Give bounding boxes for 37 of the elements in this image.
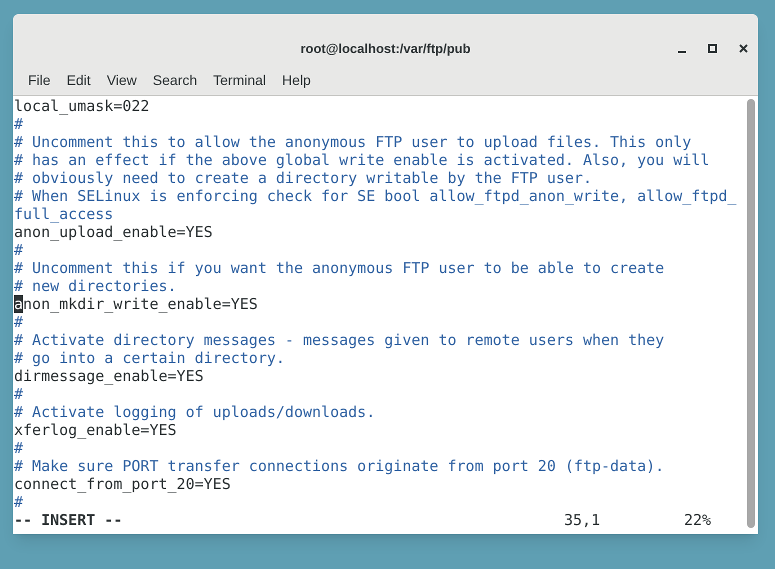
- code-line: non_mkdir_write_enable=YES: [23, 295, 258, 313]
- cursor-position: 35,1: [564, 511, 602, 529]
- comment-line: # Uncomment this to allow the anonymous FTP user to upload files. This only: [14, 133, 692, 151]
- text-cursor: a: [14, 295, 24, 313]
- comment-line: #: [14, 241, 24, 259]
- comment-line: # When SELinux is enforcing check for SE bool allow_ftpd_anon_write, allow_ftpd_: [14, 187, 736, 205]
- menu-item[interactable]: Edit: [58, 70, 99, 91]
- comment-line: # new directories.: [14, 277, 177, 295]
- maximize-icon[interactable]: [708, 44, 717, 53]
- comment-line: # has an effect if the above global write enable is activated. Also, you will: [14, 151, 710, 169]
- code-line: dirmessage_enable=YES: [14, 367, 204, 385]
- comment-line: #: [14, 439, 24, 457]
- comment-line: # Make sure PORT transfer connections originate from port 20 (ftp-data).: [14, 457, 664, 475]
- comment-line: #: [14, 313, 24, 331]
- comment-line: #: [14, 385, 24, 403]
- comment-line: # Uncomment this if you want the anonymous FTP user to be able to create: [14, 259, 664, 277]
- code-line: local_umask=022: [14, 97, 150, 115]
- code-line: connect_from_port_20=YES: [14, 475, 231, 493]
- scroll-percent: 22%: [684, 511, 712, 529]
- code-line: anon_upload_enable=YES: [14, 223, 213, 241]
- menu-item[interactable]: Search: [144, 70, 206, 91]
- comment-line: #: [14, 115, 24, 133]
- mode-indicator: -- INSERT --: [14, 511, 124, 529]
- menu-item[interactable]: File: [20, 70, 59, 91]
- comment-line: # Activate directory messages - messages given to remote users when they: [14, 331, 664, 349]
- menu-item[interactable]: View: [98, 70, 145, 91]
- comment-line: # Activate logging of uploads/downloads.: [14, 403, 376, 421]
- menu-item[interactable]: Terminal: [205, 70, 274, 91]
- comment-line: full_access: [14, 205, 114, 223]
- scrollbar-thumb[interactable]: [747, 99, 755, 528]
- code-line: xferlog_enable=YES: [14, 421, 177, 439]
- comment-line: # go into a certain directory.: [14, 349, 285, 367]
- window-title: root@localhost:/var/ftp/pub: [300, 40, 471, 58]
- close-icon[interactable]: [739, 44, 748, 53]
- comment-line: # obviously need to create a directory writable by the FTP user.: [14, 169, 592, 187]
- menu-item[interactable]: Help: [274, 70, 319, 91]
- comment-line: #: [14, 493, 24, 511]
